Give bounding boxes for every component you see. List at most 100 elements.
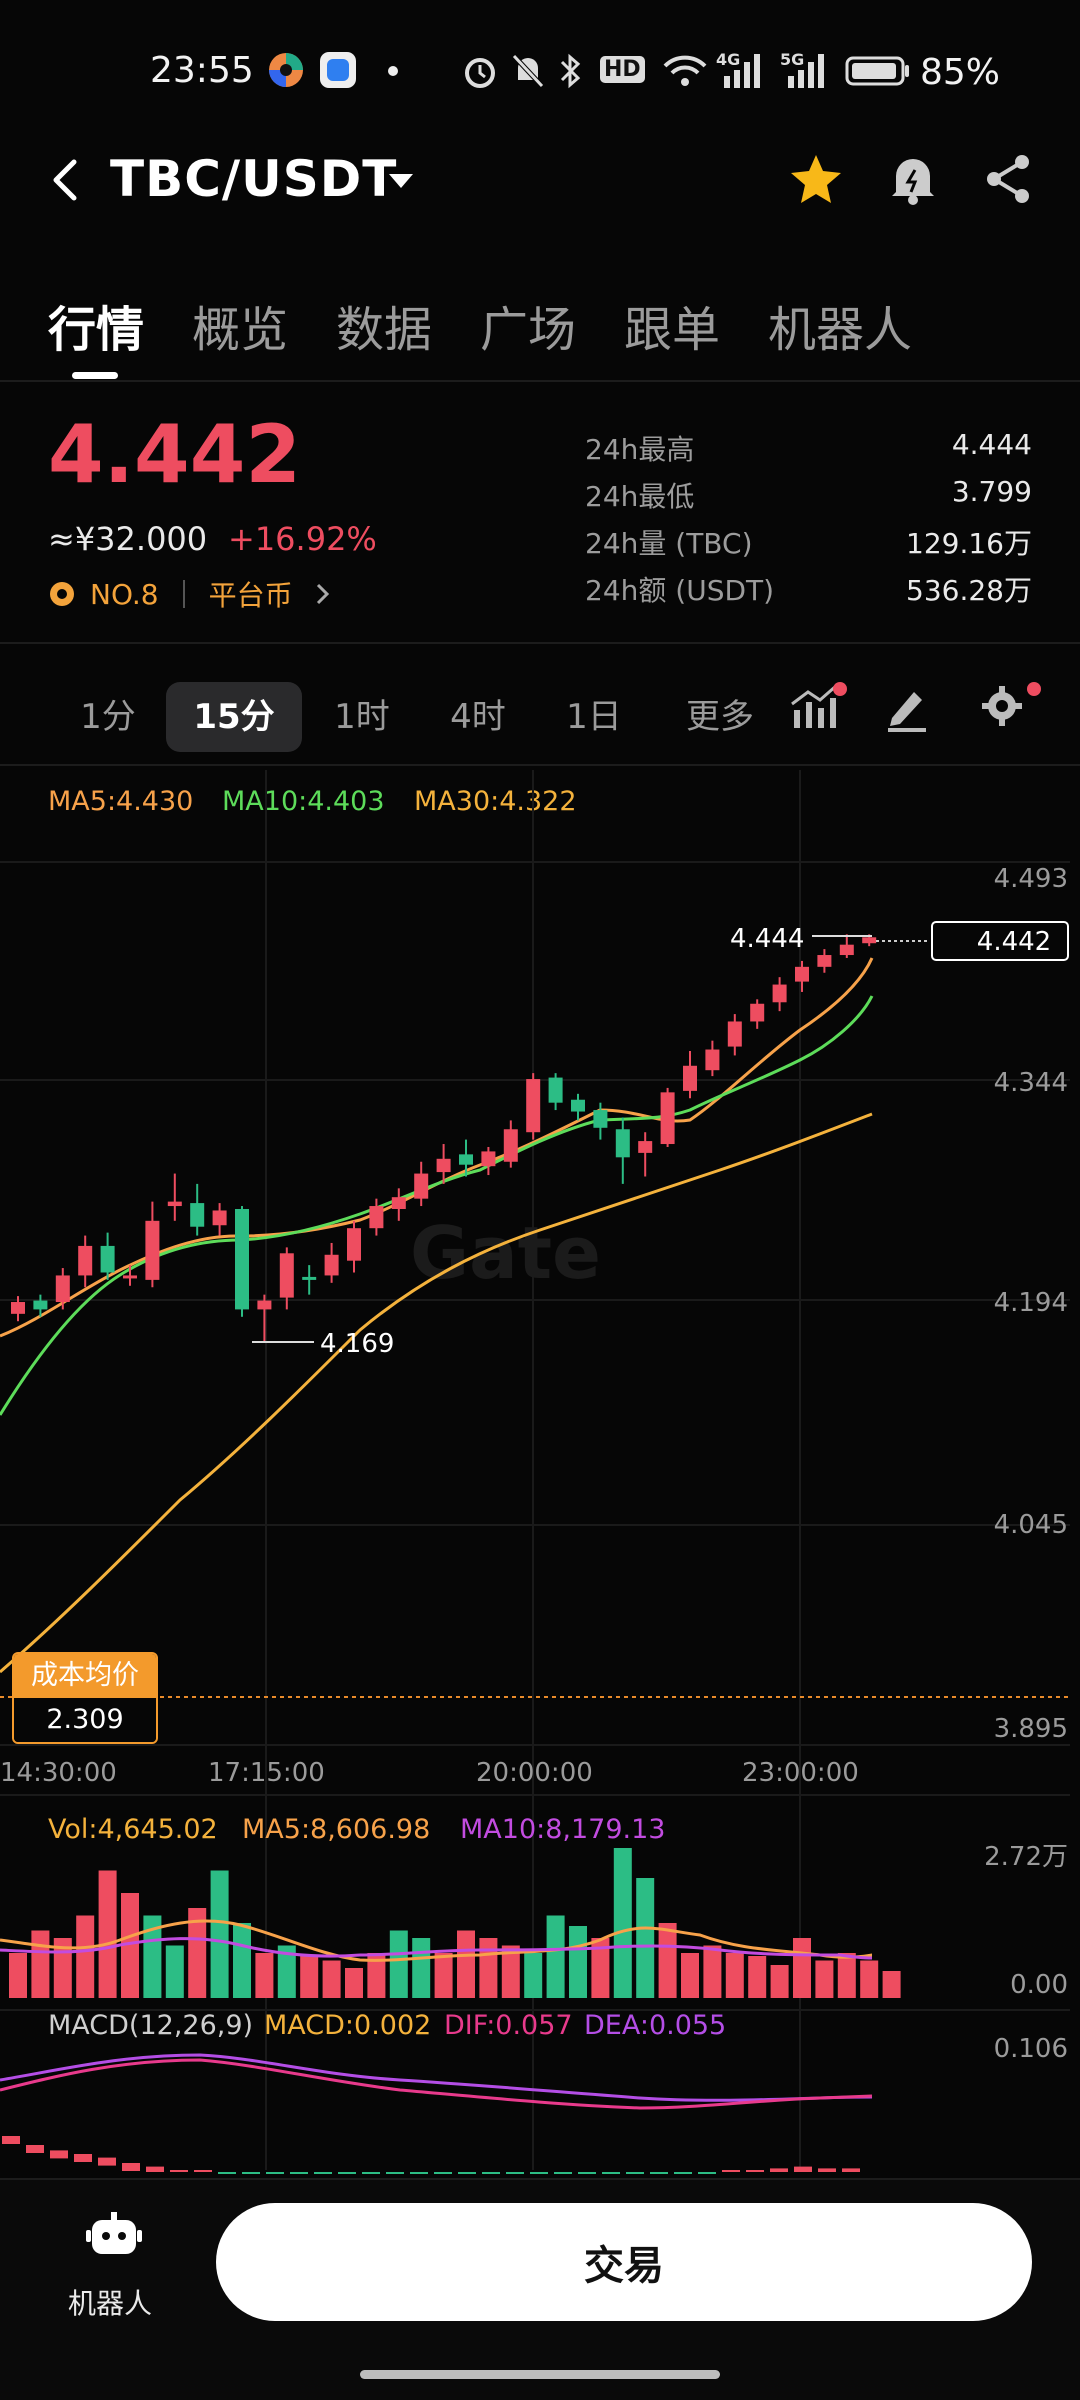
bot-nav-label[interactable]: 机器人 [68,2282,152,2322]
candle-body [615,1129,630,1158]
candle-body [145,1220,160,1280]
tab-copy-trading[interactable]: 跟单 [624,290,720,360]
candle-body [638,1141,653,1153]
indicator-icon[interactable] [790,680,850,732]
candle-body [78,1245,93,1276]
macd-bar [386,2172,404,2174]
trade-button[interactable]: 交易 [216,2203,1032,2321]
candle-body [571,1099,585,1112]
mute-icon [512,54,544,88]
chart-settings-gear-icon[interactable] [980,680,1044,732]
volume-bar [300,1956,319,1998]
macd-bar [170,2170,188,2172]
macd-bar [338,2172,356,2174]
stat-low-value: 3.799 [951,475,1032,508]
candle-body [369,1206,384,1229]
draw-pen-icon[interactable] [884,684,930,732]
pair-title[interactable]: TBC/USDT [110,150,397,208]
macd-bar [746,2170,764,2172]
candlestick-chart[interactable]: Gate 4.444 4.169 4.442 [0,770,1080,2180]
macd-bar [722,2170,740,2172]
stat-high-label: 24h最高 [585,433,695,466]
macd-y-max: 0.106 [993,2034,1068,2064]
macd-bar [482,2172,500,2174]
interval-divider [0,764,1080,766]
macd-bar [434,2172,452,2174]
trade-button-label: 交易 [584,2243,664,2289]
candle-body [324,1254,339,1276]
macd-bar [314,2172,332,2174]
volume-bar [345,1968,363,1998]
dea-value: DEA:0.055 [584,2010,727,2041]
back-arrow-icon[interactable] [48,156,82,204]
volume-bar [412,1938,431,1998]
platform-coin-label: 平台币 [208,579,293,612]
stat-turnover-label: 24h额 (USDT) [585,574,775,607]
macd-bar [770,2168,788,2172]
interval-4h[interactable]: 4时 [430,682,526,752]
volume-bar [9,1953,27,1998]
tab-bots[interactable]: 机器人 [768,290,912,360]
tabs-divider [0,380,1080,382]
interval-more[interactable]: 更多 [670,682,770,752]
volume-bar [165,1945,184,1998]
caret-down-icon[interactable] [386,170,416,192]
candle-body [593,1110,608,1128]
candle-body [235,1208,249,1310]
macd-histogram [2,2136,860,2174]
macd-bar [698,2172,716,2174]
dot-icon [388,66,398,76]
macd-bar [842,2168,860,2172]
volume-bar [837,1953,856,1998]
macd-bar [242,2172,260,2174]
gate-watermark: Gate [410,1211,601,1295]
share-icon[interactable] [982,152,1034,206]
vol-ma5-legend: MA5:8,606.98 [242,1814,431,1845]
ticker-divider [0,642,1080,644]
interval-1h[interactable]: 1时 [314,682,410,752]
tab-data[interactable]: 数据 [336,290,432,360]
volume-bar [815,1960,834,1998]
tab-market[interactable]: 行情 [48,290,144,360]
interval-15m[interactable]: 15分 [166,682,302,752]
macd-bar [554,2172,572,2174]
signal-5g-icon [788,54,824,88]
macd-bar [266,2172,284,2174]
status-bar: 23:55 HD 4G 5G 85% [0,0,1080,140]
cost-price-tag[interactable]: 成本均价 2.309 [12,1652,158,1744]
y-label: 3.895 [993,1714,1068,1744]
volume-bar [434,1953,453,1998]
macd-bar [674,2172,692,2174]
volume-bar [748,1956,767,1998]
low-marker-label: 4.169 [320,1329,394,1359]
hd-badge: HD [600,56,645,83]
macd-bar [530,2172,548,2174]
app2-notification-icon [320,52,356,88]
candle-body [839,944,854,956]
volume-bar [658,1923,677,1998]
interval-1d[interactable]: 1日 [546,682,642,752]
price-alert-bell-icon[interactable] [888,152,938,206]
candle-body [391,1197,406,1209]
favorite-star-icon[interactable] [788,152,844,206]
volume-bar [76,1915,95,1998]
candle-body [257,1300,272,1310]
candle-body [727,1021,742,1047]
robot-icon[interactable] [86,2210,142,2262]
stat-high-value: 4.444 [951,428,1032,461]
macd-bar [2,2136,20,2144]
macd-bar [194,2170,212,2172]
macd-bar [362,2172,380,2174]
volume-bar [725,1953,744,1998]
last-price: 4.442 [48,408,302,501]
volume-bar [860,1960,879,1998]
tab-square[interactable]: 广场 [480,290,576,360]
rank-row[interactable]: NO.8 平台币 [48,574,333,614]
candle-body [705,1049,720,1071]
macd-bar [218,2172,236,2174]
interval-1m[interactable]: 1分 [60,682,156,752]
volume-bar [479,1938,498,1998]
candle-body [862,937,877,944]
stat-turnover-value: 536.28万 [906,574,1032,607]
tab-overview[interactable]: 概览 [192,290,288,360]
